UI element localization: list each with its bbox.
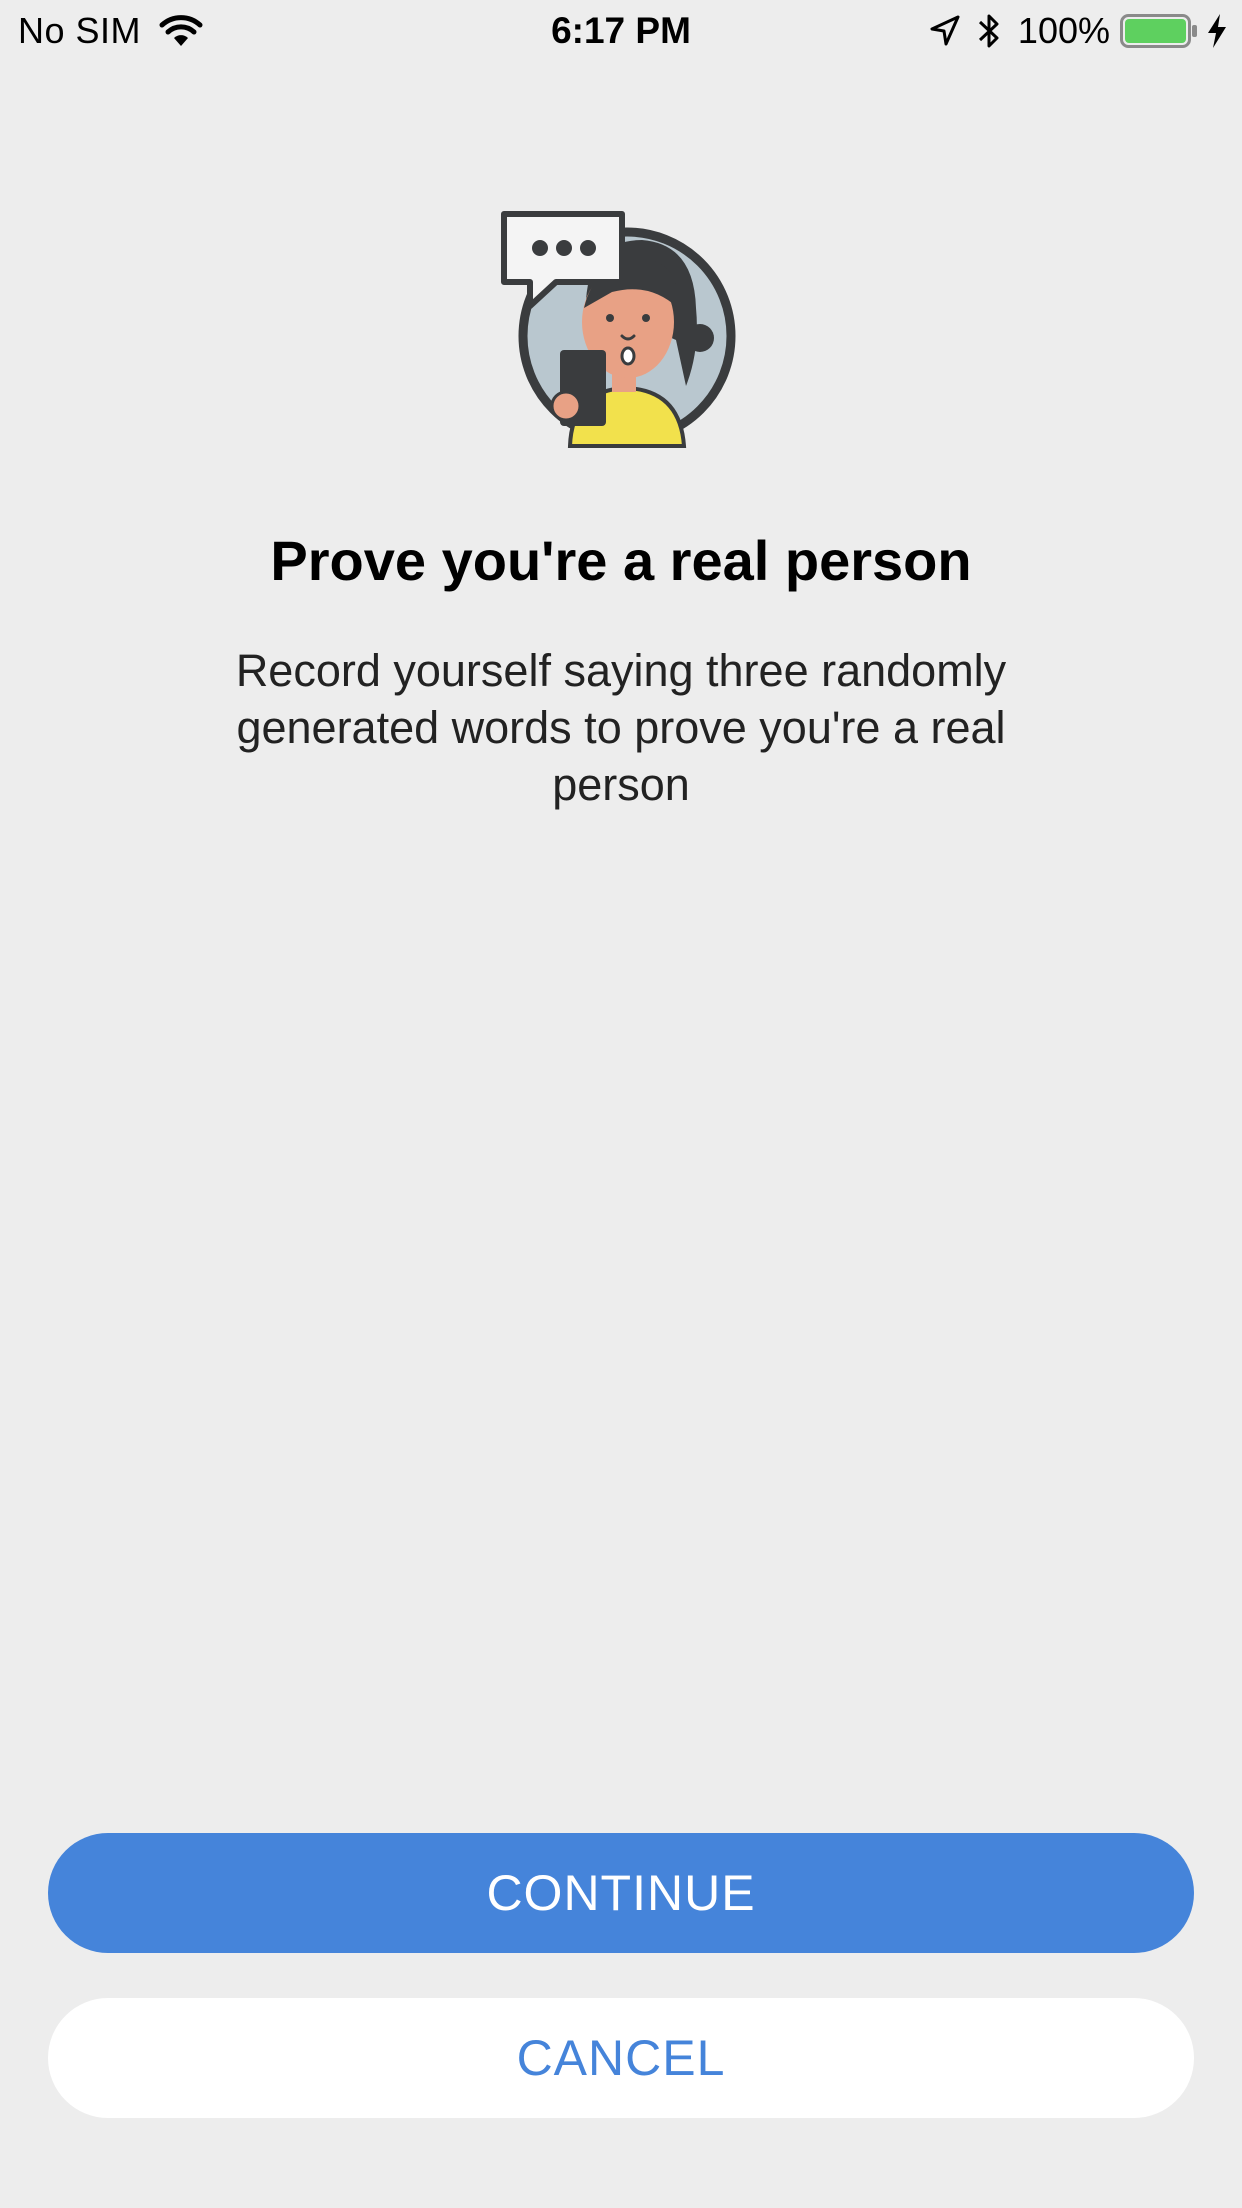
status-right: 100%: [928, 10, 1228, 52]
location-arrow-icon: [930, 15, 960, 46]
battery-percentage: 100%: [1017, 10, 1110, 51]
status-bar: No SIM 6:17 PM 100%: [0, 0, 1242, 60]
continue-button[interactable]: CONTINUE: [48, 1833, 1194, 1953]
page-title: Prove you're a real person: [270, 529, 972, 592]
charging-bolt-icon: [1208, 14, 1226, 48]
battery-icon: [1120, 14, 1197, 48]
cancel-button[interactable]: CANCEL: [48, 1998, 1194, 2118]
person-speaking-illustration: [501, 211, 736, 448]
page-description: Record yourself saying three randomly ge…: [235, 645, 1007, 810]
bluetooth-icon: [978, 14, 999, 48]
